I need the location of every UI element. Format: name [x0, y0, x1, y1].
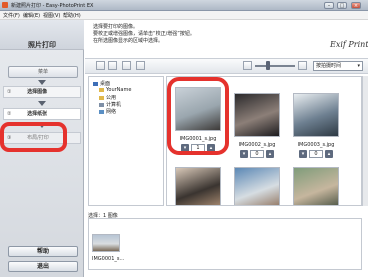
tree-item-computer[interactable]: 计算机 — [99, 101, 121, 108]
exit-button[interactable]: 退出 — [8, 261, 78, 272]
thumbnail-image[interactable] — [293, 93, 339, 137]
step-label: 选择纸张 — [27, 111, 48, 117]
zoom-in-icon[interactable] — [298, 61, 307, 70]
instruction-line: 在所选图像显示的区域中选择。 — [93, 38, 164, 44]
step-arrow-icon — [38, 101, 46, 106]
menu-view[interactable]: 视图(V) — [43, 12, 60, 19]
increase-copies-icon[interactable]: ▴ — [266, 150, 274, 158]
correct-enhance-icon[interactable] — [122, 61, 131, 70]
step-number: ② — [7, 111, 12, 117]
rotate-icon[interactable] — [136, 61, 145, 70]
help-button[interactable]: 帮助 — [8, 246, 78, 257]
thumbnail-area: IMG0001_s.jpg ▾ 1 ▴ IMG0002_s.jpg ▾ 0 ▴ … — [166, 76, 362, 206]
menu-file[interactable]: 文件(F) — [3, 12, 20, 19]
window-title: 新建照片打印 - Easy-PhotoPrint EX — [11, 3, 94, 9]
thumbnail-card[interactable] — [173, 165, 223, 205]
folder-tree: 桌面 YourName 公用 计算机 网络 — [88, 76, 164, 206]
thumbnail-card[interactable]: IMG0003_s.jpg ▾ 0 ▴ — [291, 91, 341, 163]
step-label: 选择图像 — [27, 89, 48, 95]
menu-button[interactable]: 菜单 — [8, 66, 78, 78]
desktop-icon — [93, 81, 98, 86]
step-arrow-icon — [38, 80, 46, 85]
grid-view-icon[interactable] — [96, 61, 105, 70]
step-number: ① — [7, 89, 12, 95]
folder-icon — [99, 87, 104, 92]
exif-print-logo: Exif Print — [330, 40, 368, 49]
computer-icon — [99, 102, 104, 107]
sort-dropdown[interactable]: 按拍摄时间 ▾ — [313, 61, 363, 71]
tree-item-user[interactable]: YourName — [99, 87, 131, 93]
thumbnail-image[interactable] — [293, 167, 339, 205]
chevron-down-icon: ▾ — [357, 63, 360, 69]
step-select-image[interactable]: ① 选择图像 — [3, 86, 81, 98]
highlight-outline — [167, 77, 229, 155]
instructions: 选择要打印的图像。 要校正或增强图像，请单击“校正/增强”按钮。 在所选图像显示… — [93, 24, 293, 45]
selected-thumbnail-filename: IMG0001_s... — [92, 256, 125, 262]
copies-stepper[interactable]: ▾ 0 ▴ — [240, 150, 274, 158]
photo-view-icon[interactable] — [108, 61, 117, 70]
panel-title: 照片打印 — [28, 41, 56, 49]
tree-item-desktop[interactable]: 桌面 — [93, 80, 110, 87]
minimize-button[interactable]: – — [324, 2, 334, 9]
sort-selected-value: 按拍摄时间 — [316, 63, 342, 69]
thumbnail-filename: IMG0003_s.jpg — [297, 142, 335, 148]
zoom-slider[interactable] — [255, 65, 295, 67]
thumbnail-image[interactable] — [234, 93, 280, 137]
thumbnail-image[interactable] — [234, 167, 280, 205]
folder-icon — [99, 95, 104, 100]
selected-thumbnail[interactable] — [92, 234, 120, 252]
app-icon — [2, 2, 8, 8]
copies-value[interactable]: 0 — [250, 150, 264, 158]
thumbnail-card[interactable] — [291, 165, 341, 205]
zoom-out-icon[interactable] — [243, 61, 252, 70]
zoom-slider-knob[interactable] — [266, 61, 270, 70]
instruction-line: 选择要打印的图像。 — [93, 24, 139, 30]
decrease-copies-icon[interactable]: ▾ — [299, 150, 307, 158]
menu-help[interactable]: 帮助(H) — [63, 12, 81, 19]
increase-copies-icon[interactable]: ▴ — [325, 150, 333, 158]
instruction-line: 要校正或增强图像，请单击“校正/增强”按钮。 — [93, 31, 195, 37]
maximize-button[interactable]: □ — [337, 2, 347, 9]
highlight-outline — [0, 122, 67, 152]
thumbnail-card[interactable]: IMG0002_s.jpg ▾ 0 ▴ — [232, 91, 282, 163]
thumbnail-card[interactable] — [232, 165, 282, 205]
tree-item-public[interactable]: 公用 — [99, 94, 116, 101]
tree-item-label: 网络 — [106, 109, 117, 115]
vertical-scrollbar[interactable] — [362, 76, 368, 206]
thumbnail-filename: IMG0002_s.jpg — [238, 142, 276, 148]
menu-edit[interactable]: 编辑(E) — [23, 12, 40, 19]
network-icon — [99, 109, 104, 114]
copies-stepper[interactable]: ▾ 0 ▴ — [299, 150, 333, 158]
thumbnail-image[interactable] — [175, 167, 221, 205]
tree-item-network[interactable]: 网络 — [99, 108, 116, 115]
tree-item-label: YourName — [106, 87, 132, 93]
step-select-paper[interactable]: ② 选择纸张 — [3, 108, 81, 120]
selected-images-tray — [88, 218, 362, 270]
copies-value[interactable]: 0 — [309, 150, 323, 158]
close-button[interactable]: × — [351, 2, 361, 9]
decrease-copies-icon[interactable]: ▾ — [240, 150, 248, 158]
